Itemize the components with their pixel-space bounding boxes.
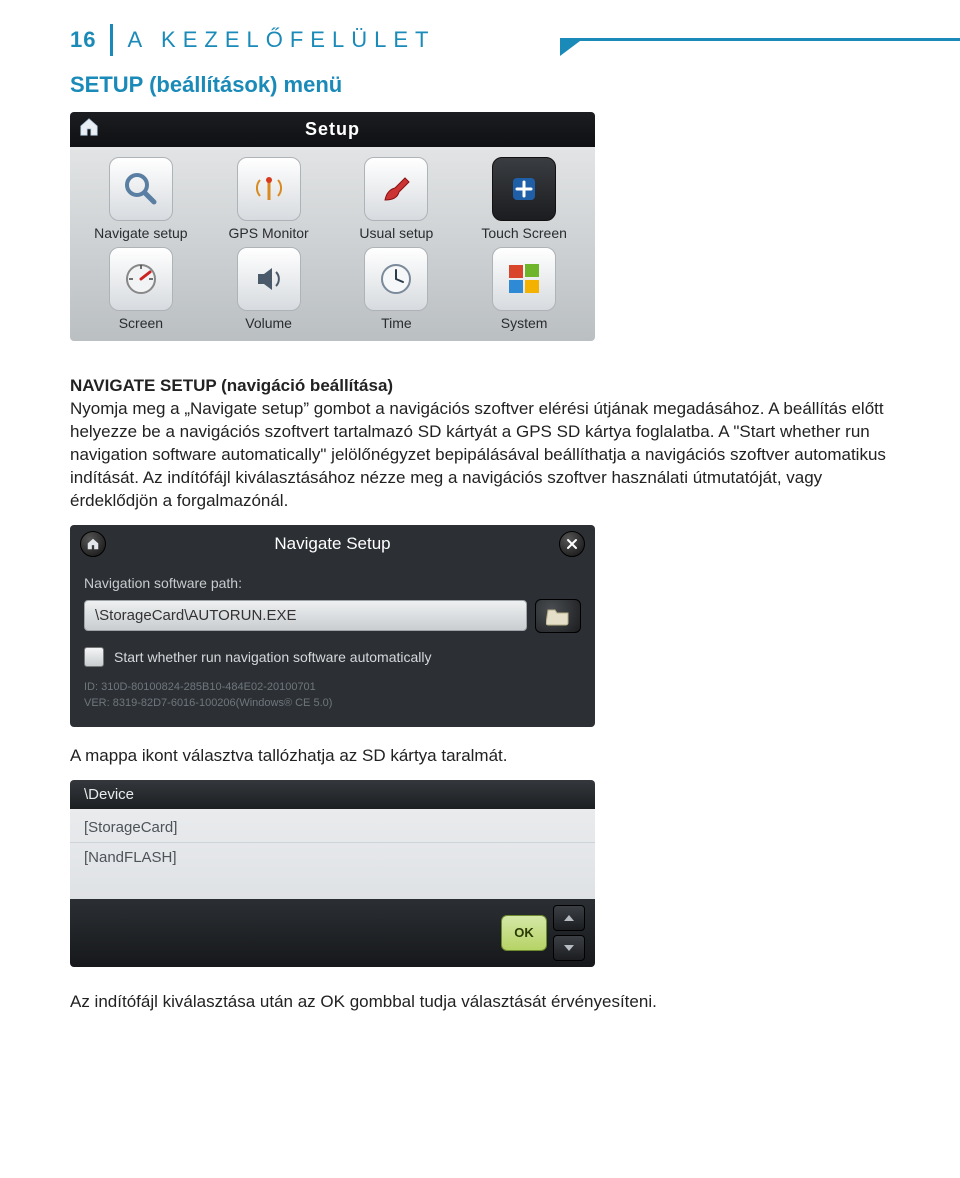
setup-item-label: Screen [80,315,202,331]
ver-line: VER: 8319-82D7-6016-100206(Windows® CE 5… [84,697,581,709]
scroll-down-button[interactable] [553,935,585,961]
section-title: A KEZELŐFELÜLET [127,27,435,53]
home-icon[interactable] [78,116,100,143]
id-line: ID: 310D-80100824-285B10-484E02-20100701 [84,681,581,693]
windows-icon [492,247,556,311]
magnifier-icon [109,157,173,221]
setup-item-label: Navigate setup [80,225,202,241]
setup-item-label: Time [336,315,458,331]
setup-item[interactable]: GPS Monitor [208,157,330,241]
clock-icon [364,247,428,311]
ok-button[interactable]: OK [501,915,547,951]
auto-start-checkbox[interactable] [84,647,104,667]
setup-item[interactable]: Screen [80,247,202,331]
path-label: Navigation software path: [84,575,581,591]
heading-navigate: NAVIGATE SETUP (navigáció beállítása) [70,376,393,395]
close-icon[interactable] [559,531,585,557]
setup-item-label: GPS Monitor [208,225,330,241]
paragraph-3: Az indítófájl kiválasztása után az OK go… [70,991,890,1014]
setup-item[interactable]: Navigate setup [80,157,202,241]
list-item[interactable]: [NandFLASH] [70,842,595,872]
home-icon[interactable] [80,531,106,557]
setup-item[interactable]: Time [336,247,458,331]
antenna-icon [237,157,301,221]
navigate-setup-screenshot: Navigate Setup Navigation software path:… [70,525,595,727]
setup-item-label: Volume [208,315,330,331]
scroll-up-button[interactable] [553,905,585,931]
heading-setup: SETUP (beállítások) menü [70,72,890,98]
setup-item-label: Usual setup [336,225,458,241]
setup-item[interactable]: Touch Screen [463,157,585,241]
setup-item[interactable]: Usual setup [336,157,458,241]
setup-item-label: System [463,315,585,331]
setup-item[interactable]: Volume [208,247,330,331]
plus-icon [492,157,556,221]
navigate-setup-title: Navigate Setup [114,534,551,554]
folder-icon[interactable] [535,599,581,633]
setup-screenshot: Setup Navigate setup GPS Monitor Usual set… [70,112,595,341]
speaker-icon [237,247,301,311]
device-path: \Device [70,780,595,809]
path-input[interactable]: \StorageCard\AUTORUN.EXE [84,600,527,631]
device-browser-screenshot: \Device [StorageCard][NandFLASH] OK [70,780,595,967]
list-item[interactable]: [StorageCard] [70,813,595,842]
header-divider [110,24,113,56]
paintbrush-icon [364,157,428,221]
setup-item-label: Touch Screen [463,225,585,241]
auto-start-label: Start whether run navigation software au… [114,649,432,665]
gauge-icon [109,247,173,311]
setup-item[interactable]: System [463,247,585,331]
paragraph-2: A mappa ikont választva tallózhatja az S… [70,745,890,768]
paragraph-1: Nyomja meg a „Navigate setup” gombot a n… [70,399,886,510]
page-number: 16 [70,27,96,53]
setup-title: Setup [305,119,360,140]
